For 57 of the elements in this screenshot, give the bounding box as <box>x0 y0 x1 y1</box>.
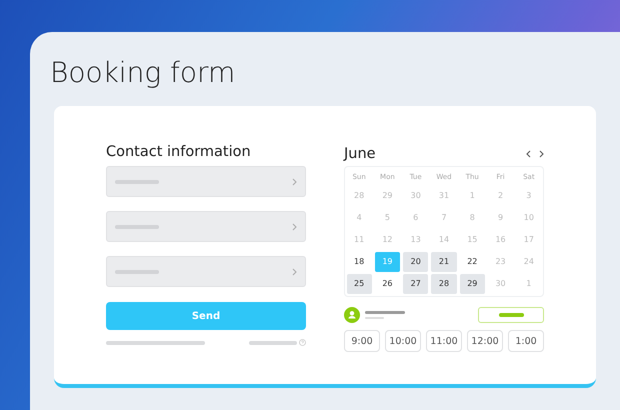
text-placeholder-line <box>249 340 297 344</box>
calendar-day[interactable]: 3 <box>516 186 542 206</box>
time-slot[interactable]: 10:00 <box>385 330 421 352</box>
calendar-day[interactable]: 10 <box>516 208 542 228</box>
send-button[interactable]: Send <box>106 302 306 330</box>
calendar-day[interactable]: 20 <box>403 252 428 272</box>
avatar-icon <box>344 307 360 323</box>
status-pill[interactable] <box>478 307 544 323</box>
calendar-day[interactable]: 24 <box>516 252 542 272</box>
month-title: June <box>344 145 376 164</box>
calendar-day[interactable]: 2 <box>488 186 514 206</box>
calendar-day[interactable]: 29 <box>460 274 485 294</box>
calendar-day[interactable]: 5 <box>374 208 400 228</box>
calendar-day[interactable]: 28 <box>346 186 372 206</box>
calendar-day[interactable]: 27 <box>403 274 428 294</box>
calendar-day[interactable]: 25 <box>346 274 372 294</box>
chevron-left-icon[interactable] <box>526 150 531 158</box>
calendar-day[interactable]: 17 <box>516 230 542 250</box>
calendar-day[interactable]: 15 <box>460 230 485 250</box>
chevron-right-icon <box>292 222 297 230</box>
section-heading: Contact information <box>106 143 252 162</box>
time-slot[interactable]: 9:00 <box>344 330 380 352</box>
calendar-day[interactable]: 30 <box>403 186 428 206</box>
help-icon[interactable] <box>299 339 306 346</box>
calendar-day[interactable]: 12 <box>374 230 400 250</box>
calendar-day[interactable]: 6 <box>403 208 428 228</box>
calendar-day[interactable]: 23 <box>488 252 514 272</box>
page-title: Booking form <box>50 55 236 91</box>
time-slot[interactable]: 12:00 <box>467 330 503 352</box>
calendar-day[interactable]: 8 <box>460 208 485 228</box>
time-slot[interactable]: 11:00 <box>426 330 462 352</box>
calendar-day[interactable]: 7 <box>431 208 457 228</box>
calendar-day[interactable]: 14 <box>431 230 457 250</box>
input-field[interactable] <box>106 166 306 197</box>
calendar-day[interactable]: 28 <box>431 274 457 294</box>
calendar-day[interactable]: 22 <box>460 252 485 272</box>
calendar-day[interactable]: 21 <box>431 252 457 272</box>
calendar-day[interactable]: 29 <box>374 186 400 206</box>
chevron-right-icon <box>292 268 297 276</box>
calendar-day[interactable]: 19 <box>374 252 400 272</box>
calendar-day[interactable]: 26 <box>374 274 400 294</box>
text-placeholder-lines <box>365 311 405 319</box>
input-field[interactable] <box>106 256 306 287</box>
calendar-day[interactable]: 4 <box>346 208 372 228</box>
calendar-day[interactable]: 30 <box>488 274 514 294</box>
calendar-day[interactable]: 1 <box>460 186 485 206</box>
chevron-right-icon[interactable] <box>539 150 544 158</box>
time-slot[interactable]: 1:00 <box>508 330 544 352</box>
chevron-right-icon <box>292 178 297 186</box>
calendar-day[interactable]: 11 <box>346 230 372 250</box>
calendar-day[interactable]: 13 <box>403 230 428 250</box>
calendar-day[interactable]: 31 <box>431 186 457 206</box>
calendar-day[interactable]: 1 <box>516 274 542 294</box>
input-field[interactable] <box>106 211 306 242</box>
calendar-day[interactable]: 16 <box>488 230 514 250</box>
calendar-day[interactable]: 18 <box>346 252 372 272</box>
calendar-day[interactable]: 9 <box>488 208 514 228</box>
